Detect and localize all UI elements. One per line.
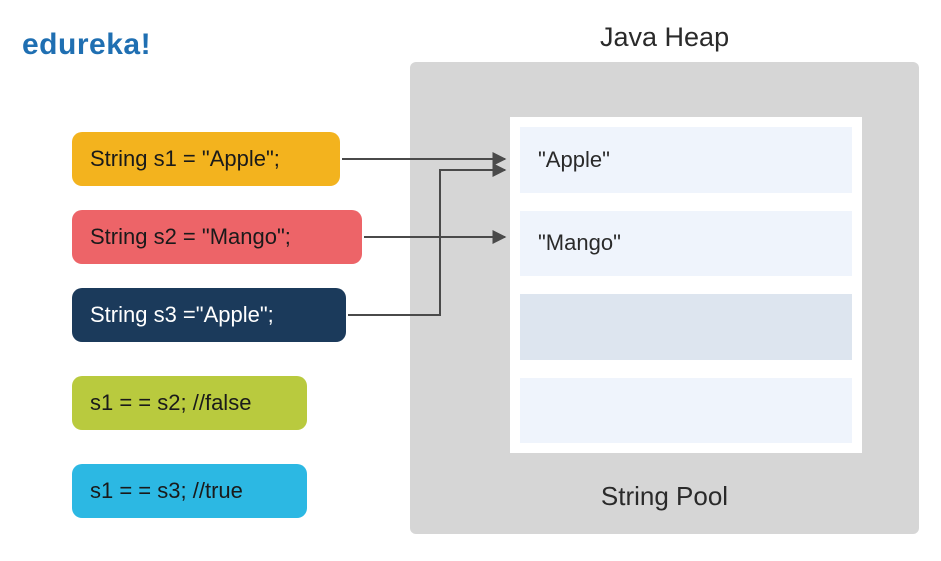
code-compare-s1-s2: s1 = = s2; //false [72,376,307,430]
pool-cell [520,378,852,444]
brand-logo: edureka! [22,28,151,62]
java-heap-box: "Apple" "Mango" String Pool [410,62,919,534]
string-pool-title: String Pool [410,481,919,512]
code-s1-declaration: String s1 = "Apple"; [72,132,340,186]
code-s2-declaration: String s2 = "Mango"; [72,210,362,264]
pool-cell: "Mango" [520,211,852,277]
pool-cell: "Apple" [520,127,852,193]
code-s3-declaration: String s3 ="Apple"; [72,288,346,342]
string-pool-box: "Apple" "Mango" [510,117,862,453]
code-compare-s1-s3: s1 = = s3; //true [72,464,307,518]
pool-cell [520,294,852,360]
heap-title: Java Heap [600,22,729,53]
